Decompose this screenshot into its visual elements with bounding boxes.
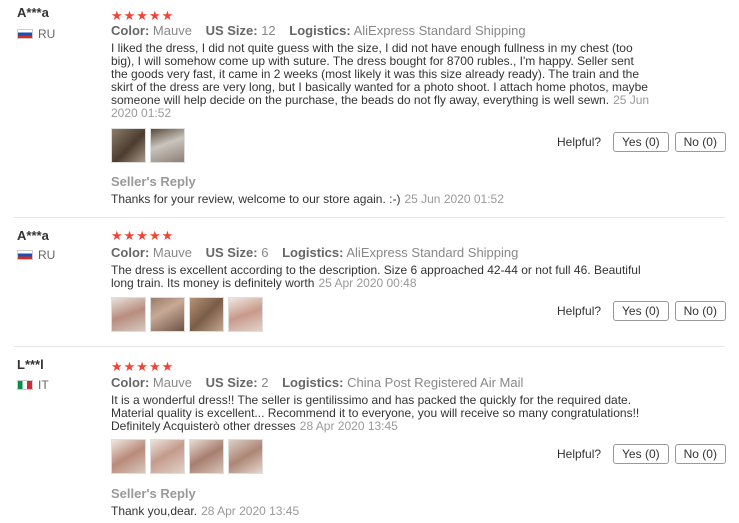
color-label: Color: [111,23,150,38]
review-photo-thumbnail[interactable] [111,439,146,474]
color-label: Color: [111,375,150,390]
review-photo-thumbnail[interactable] [189,297,224,332]
star-rating: ★★★★★ [111,359,175,374]
size-label: US Size: [205,375,258,390]
reviewer-country: RU [17,27,55,41]
review-date: 28 Apr 2020 13:45 [299,419,398,433]
reviewer-name: A***a [17,5,49,20]
review-text: I liked the dress, I did not quite guess… [111,42,651,120]
review-body: I liked the dress, I did not quite guess… [111,41,648,107]
review-photo-thumbnail[interactable] [111,128,146,163]
seller-reply-title: Seller's Reply [111,486,196,501]
color-value: Mauve [152,23,192,38]
helpful-label: Helpful? [557,304,602,318]
russia-flag-icon [17,29,33,39]
review-text: The dress is excellent according to the … [111,264,651,290]
seller-reply: Thanks for your review, welcome to our s… [111,192,504,206]
order-info: Color: Mauve US Size: 6 Logistics: AliEx… [111,245,518,260]
logistics-value: AliExpress Standard Shipping [346,245,519,260]
seller-reply-text: Thank you,dear. [111,504,198,518]
review-photo-thumbnail[interactable] [150,128,185,163]
helpful-no-button[interactable]: No (0) [674,444,726,464]
review-photo-thumbnail[interactable] [228,297,263,332]
size-label: US Size: [205,245,258,260]
logistics-value: AliExpress Standard Shipping [353,23,526,38]
helpful-vote: Helpful? Yes (0) No (0) [557,444,726,464]
review-divider [14,346,725,347]
logistics-label: Logistics: [282,375,344,390]
size-value: 6 [261,245,269,260]
helpful-yes-button[interactable]: Yes (0) [613,301,669,321]
star-rating: ★★★★★ [111,8,175,23]
logistics-value: China Post Registered Air Mail [347,375,524,390]
helpful-vote: Helpful? Yes (0) No (0) [557,132,726,152]
seller-reply: Thank you,dear. 28 Apr 2020 13:45 [111,504,299,518]
seller-reply-title: Seller's Reply [111,174,196,189]
reviewer-name: A***a [17,228,49,243]
helpful-no-button[interactable]: No (0) [674,132,726,152]
russia-flag-icon [17,250,33,260]
helpful-no-button[interactable]: No (0) [674,301,726,321]
reviewer-country: IT [17,378,49,392]
review-photo-thumbnail[interactable] [228,439,263,474]
size-value: 2 [261,375,269,390]
review-photo-thumbnail[interactable] [150,297,185,332]
country-code: IT [38,378,49,392]
review-photo-thumbnail[interactable] [189,439,224,474]
review-divider [14,217,725,218]
seller-reply-date: 25 Jun 2020 01:52 [404,192,504,206]
review-photos [111,128,185,163]
reviewer-country: RU [17,248,55,262]
logistics-label: Logistics: [289,23,351,38]
country-code: RU [38,248,56,262]
review-photos [111,297,263,332]
star-rating: ★★★★★ [111,228,175,243]
helpful-vote: Helpful? Yes (0) No (0) [557,301,726,321]
color-value: Mauve [152,375,192,390]
reviewer-name: L***l [17,357,44,372]
logistics-label: Logistics: [282,245,344,260]
seller-reply-text: Thanks for your review, welcome to our s… [111,192,401,206]
review-photo-thumbnail[interactable] [150,439,185,474]
country-code: RU [38,27,56,41]
size-label: US Size: [205,23,258,38]
color-value: Mauve [152,245,192,260]
review-photo-thumbnail[interactable] [111,297,146,332]
helpful-yes-button[interactable]: Yes (0) [613,444,669,464]
helpful-label: Helpful? [557,135,602,149]
color-label: Color: [111,245,150,260]
italy-flag-icon [17,380,33,390]
review-date: 25 Apr 2020 00:48 [318,276,417,290]
helpful-yes-button[interactable]: Yes (0) [613,132,669,152]
review-text: It is a wonderful dress!! The seller is … [111,394,651,433]
seller-reply-date: 28 Apr 2020 13:45 [201,504,300,518]
review-photos [111,439,263,474]
order-info: Color: Mauve US Size: 2 Logistics: China… [111,375,523,390]
order-info: Color: Mauve US Size: 12 Logistics: AliE… [111,23,526,38]
helpful-label: Helpful? [557,447,602,461]
size-value: 12 [261,23,276,38]
